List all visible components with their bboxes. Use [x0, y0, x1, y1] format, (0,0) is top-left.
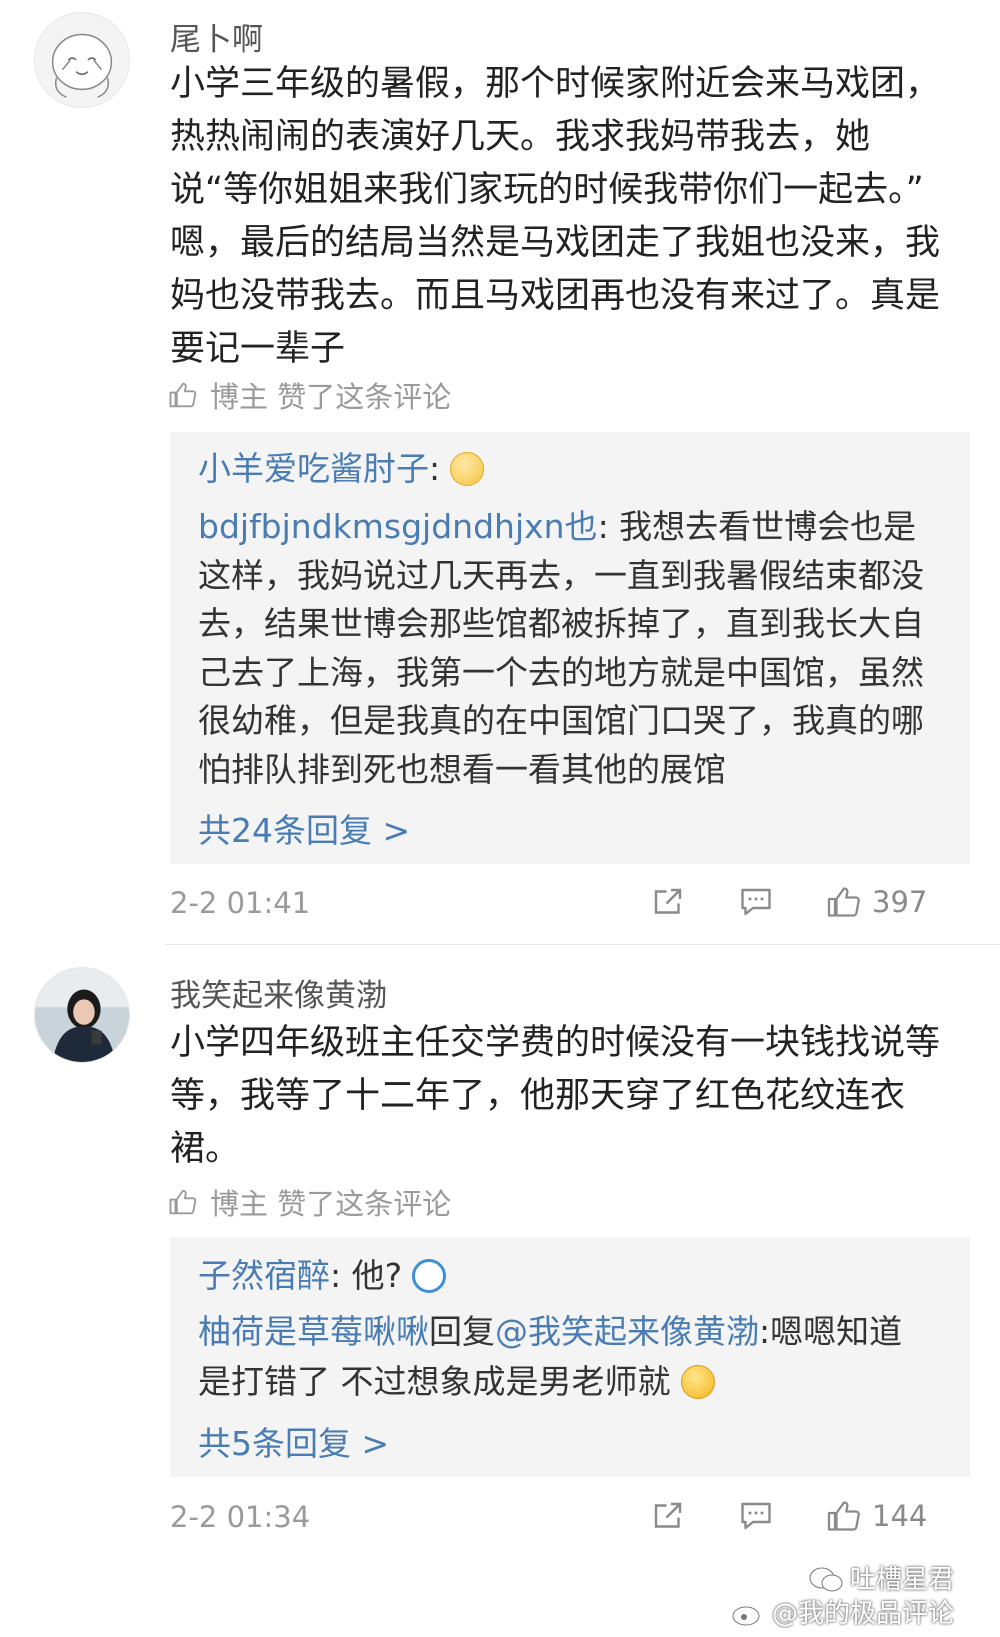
- reply-text-line: 他?: [341, 1256, 403, 1295]
- comment-text: 小学三年级的暑假，那个时候家附近会来马戏团， 热热闹闹的表演好几天。我求我妈带我…: [170, 58, 970, 376]
- reply-author[interactable]: 子然宿醉: [198, 1256, 330, 1295]
- author-liked-note: 博主 赞了这条评论: [168, 374, 451, 416]
- comment-text-line: 热热闹闹的表演好几天。我求我妈带我去，她: [170, 117, 871, 157]
- author-liked-note: 博主 赞了这条评论: [168, 1181, 451, 1223]
- reply-author[interactable]: 柚荷是草莓啾啾: [198, 1312, 429, 1351]
- watermark-line: @我的极品评论: [730, 1597, 954, 1631]
- comment-icon: [741, 1502, 771, 1530]
- comment-timestamp: 2-2 01:41: [170, 886, 311, 920]
- reply-item: bdjfbjndkmsgjdndhjxn也: 我想去看世博会也是: [198, 502, 958, 552]
- like-button[interactable]: 144: [826, 1498, 927, 1534]
- reply-author[interactable]: 小羊爱吃酱肘子: [198, 449, 429, 488]
- reply-text-line: 我想去看世博会也是: [608, 507, 917, 546]
- robot-emoji-icon: [412, 1259, 447, 1293]
- thumbs-up-icon: [169, 1189, 197, 1215]
- reply-separator: :: [429, 449, 441, 488]
- comment-timestamp: 2-2 01:34: [170, 1500, 311, 1534]
- reply-preview-box[interactable]: 子然宿醉: 他? 柚荷是草莓啾啾回复@我笑起来像黄渤:嗯嗯知道 是打错了 不过想…: [170, 1237, 970, 1477]
- comment-text-line: 等，我等了十二年了，他那天穿了红色花纹连衣: [170, 1076, 906, 1116]
- comment-text-line: 小学四年级班主任交学费的时候没有一块钱找说等: [170, 1023, 941, 1063]
- comment-text-line: 小学三年级的暑假，那个时候家附近会来马戏团，: [170, 64, 941, 104]
- author-liked-text: 博主 赞了这条评论: [210, 1187, 452, 1221]
- thumbs-up-icon: [169, 382, 197, 408]
- reply-separator: :: [330, 1256, 342, 1295]
- reply-button[interactable]: [738, 884, 774, 920]
- comment-text-line: 要记一辈子: [170, 329, 346, 369]
- more-replies-link[interactable]: 共5条回复 >: [198, 1417, 389, 1465]
- watermark-line: 吐槽星君: [730, 1563, 954, 1597]
- share-button[interactable]: [650, 1498, 686, 1534]
- like-button[interactable]: 397: [826, 884, 927, 920]
- reply-text-line: 怕排队排到死也想看一看其他的展馆: [198, 750, 726, 789]
- reply-text-line: 这样，我妈说过几天再去，一直到我暑假结束都没: [198, 556, 924, 595]
- reply-item: 柚荷是草莓啾啾回复@我笑起来像黄渤:嗯嗯知道: [198, 1307, 958, 1357]
- reply-item: 是打错了 不过想象成是男老师就: [198, 1357, 958, 1407]
- photo-avatar-icon: [35, 968, 129, 1062]
- reply-button[interactable]: [738, 1498, 774, 1534]
- weibo-logo-icon: [732, 1606, 760, 1626]
- comment-text-line: 说“等你姐姐来我们家玩的时候我带你们一起去。”: [170, 170, 924, 210]
- watermark-account: 吐槽星君: [849, 1565, 954, 1595]
- share-icon: [654, 888, 682, 914]
- comment-icon: [741, 888, 771, 916]
- avatar[interactable]: [34, 12, 130, 108]
- avatar[interactable]: [34, 967, 130, 1063]
- thumbs-up-icon: [827, 1501, 860, 1531]
- username[interactable]: 尾卜啊: [170, 14, 263, 59]
- watermark: 吐槽星君 @我的极品评论: [730, 1563, 954, 1631]
- comment-card: 我笑起来像黄渤 小学四年级班主任交学费的时候没有一块钱找说等 等，我等了十二年了…: [0, 945, 1000, 1637]
- reply-text-line: 去，结果世博会那些馆都被拆掉了，直到我长大自: [198, 604, 924, 643]
- reply-text-line: 是打错了 不过想象成是男老师就: [198, 1362, 671, 1401]
- reply-item: 小羊爱吃酱肘子:: [198, 444, 958, 494]
- reply-item: 子然宿醉: 他?: [198, 1251, 958, 1301]
- comment-text-line: 嗯，最后的结局当然是马戏团走了我姐也没来，我: [170, 223, 941, 263]
- reply-author[interactable]: bdjfbjndkmsgjdndhjxn也: [198, 507, 598, 546]
- thumbs-up-icon: [827, 887, 860, 917]
- flushed-emoji-icon: [450, 452, 485, 486]
- reply-verb: 回复: [429, 1312, 495, 1351]
- reply-separator: :: [597, 507, 609, 546]
- comment-card: 尾卜啊 小学三年级的暑假，那个时候家附近会来马戏团， 热热闹闹的表演好几天。我求…: [0, 0, 1000, 945]
- share-button[interactable]: [650, 884, 686, 920]
- watermark-handle: @我的极品评论: [771, 1599, 954, 1629]
- more-replies-link[interactable]: 共24条回复 >: [198, 804, 410, 852]
- wechat-logo-icon: [809, 1567, 843, 1592]
- comment-text-line: 裙。: [170, 1129, 241, 1169]
- comment-text-line: 妈也没带我去。而且马戏团再也没有来过了。真是: [170, 276, 941, 316]
- share-icon: [654, 1502, 682, 1528]
- like-count: 397: [872, 885, 928, 919]
- laughing-emoji-icon: [680, 1365, 715, 1399]
- reply-text-line: 己去了上海，我第一个去的地方就是中国馆，虽然: [198, 653, 924, 692]
- reply-mention[interactable]: @我笑起来像黄渤: [495, 1312, 759, 1351]
- like-count: 144: [872, 1499, 928, 1533]
- cartoon-face-avatar-icon: [35, 13, 129, 107]
- reply-preview-box[interactable]: 小羊爱吃酱肘子: bdjfbjndkmsgjdndhjxn也: 我想去看世博会也…: [170, 432, 970, 864]
- username[interactable]: 我笑起来像黄渤: [170, 970, 387, 1015]
- author-liked-text: 博主 赞了这条评论: [210, 380, 452, 414]
- reply-text-line: 很幼稚，但是我真的在中国馆门口哭了，我真的哪: [198, 701, 924, 740]
- reply-separator: :: [759, 1312, 771, 1351]
- comment-text: 小学四年级班主任交学费的时候没有一块钱找说等 等，我等了十二年了，他那天穿了红色…: [170, 1017, 970, 1176]
- reply-text-line: 嗯嗯知道: [770, 1312, 903, 1351]
